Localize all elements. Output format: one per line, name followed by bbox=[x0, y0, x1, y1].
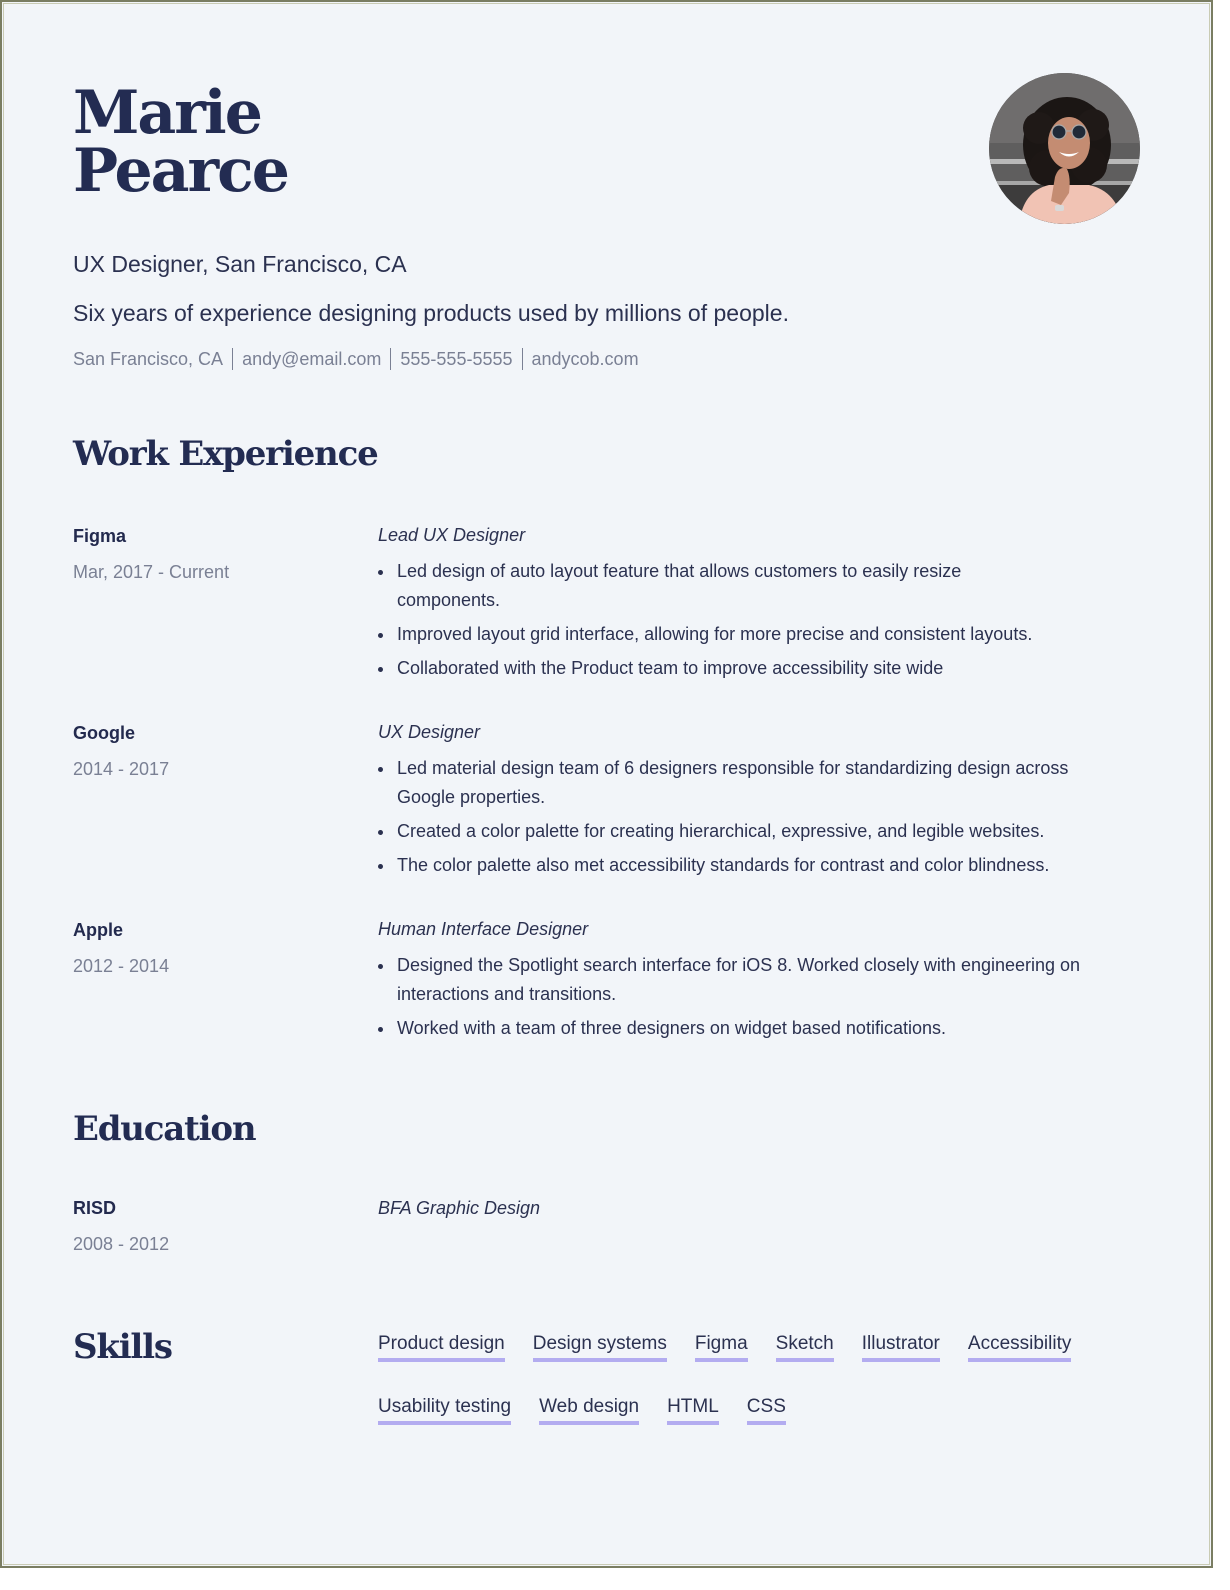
skill-tag: Accessibility bbox=[967, 1331, 1072, 1362]
list-item: Worked with a team of three designers on… bbox=[378, 1014, 1158, 1043]
company-name: Apple bbox=[73, 920, 124, 940]
list-item: Collaborated with the Product team to im… bbox=[378, 654, 1158, 683]
degree: BFA Graphic Design bbox=[378, 1198, 541, 1218]
bullet-icon bbox=[378, 633, 383, 638]
skill-tag: Usability testing bbox=[378, 1394, 512, 1425]
list-item: Led design of auto layout feature that a… bbox=[378, 557, 1067, 615]
list-item: The color palette also met accessibility… bbox=[378, 851, 1158, 880]
professional-summary: Six years of experience designing produc… bbox=[73, 300, 789, 326]
work-entry-details: Lead UX Designer Led design of auto layo… bbox=[378, 523, 1158, 688]
employment-dates: Mar, 2017 - Current bbox=[73, 562, 230, 582]
bullet-icon bbox=[378, 667, 383, 672]
employment-dates: 2014 - 2017 bbox=[73, 759, 170, 779]
list-item: Designed the Spotlight search interface … bbox=[378, 951, 1167, 1009]
company-name: Figma bbox=[73, 526, 127, 546]
avatar bbox=[989, 73, 1140, 224]
skill-tag: Design systems bbox=[532, 1331, 667, 1362]
skills-list: Product design Design systems Figma Sket… bbox=[378, 1331, 1158, 1425]
profile-photo-icon bbox=[989, 73, 1140, 224]
job-role: Human Interface Designer bbox=[378, 919, 589, 939]
candidate-name: Marie Pearce bbox=[73, 78, 290, 206]
bullet-icon bbox=[378, 570, 383, 575]
work-entry-meta: Google 2014 - 2017 bbox=[73, 721, 353, 781]
school-name: RISD bbox=[73, 1198, 117, 1218]
responsibilities-list: Led design of auto layout feature that a… bbox=[378, 557, 1158, 683]
contact-phone[interactable]: 555-555-5555 bbox=[400, 349, 512, 370]
skill-tag: CSS bbox=[746, 1394, 786, 1425]
divider bbox=[232, 348, 234, 370]
contact-website[interactable]: andycob.com bbox=[532, 349, 639, 370]
skills-heading: Skills bbox=[73, 1327, 173, 1367]
job-role: UX Designer bbox=[378, 722, 481, 742]
divider bbox=[390, 348, 392, 370]
job-title-location: UX Designer, San Francisco, CA bbox=[73, 251, 407, 277]
skill-tag: Illustrator bbox=[861, 1331, 940, 1362]
contact-line: San Francisco, CA andy@email.com 555-555… bbox=[73, 348, 639, 370]
last-name: Pearce bbox=[73, 136, 290, 206]
skill-tag: Figma bbox=[694, 1331, 748, 1362]
skill-tag: Sketch bbox=[775, 1331, 834, 1362]
list-item: Led material design team of 6 designers … bbox=[378, 754, 1117, 812]
work-entry-details: Human Interface Designer Designed the Sp… bbox=[378, 917, 1158, 1048]
responsibilities-list: Led material design team of 6 designers … bbox=[378, 754, 1158, 880]
education-dates: 2008 - 2012 bbox=[73, 1234, 170, 1254]
work-entry-meta: Figma Mar, 2017 - Current bbox=[73, 524, 353, 584]
list-item: Created a color palette for creating hie… bbox=[378, 817, 1158, 846]
bullet-icon bbox=[378, 964, 383, 969]
list-item: Improved layout grid interface, allowing… bbox=[378, 620, 1158, 649]
work-entry-meta: Apple 2012 - 2014 bbox=[73, 918, 353, 978]
contact-email[interactable]: andy@email.com bbox=[242, 349, 381, 370]
skill-tag: Product design bbox=[378, 1331, 505, 1362]
bullet-icon bbox=[378, 767, 383, 772]
company-name: Google bbox=[73, 723, 135, 743]
resume-page: Marie Pearce UX Designer, San Francisco,… bbox=[0, 0, 1213, 1568]
education-entry-details: BFA Graphic Design bbox=[378, 1196, 1158, 1220]
bullet-icon bbox=[378, 1027, 383, 1032]
work-experience-heading: Work Experience bbox=[73, 434, 379, 474]
employment-dates: 2012 - 2014 bbox=[73, 956, 170, 976]
divider bbox=[521, 348, 523, 370]
contact-location: San Francisco, CA bbox=[73, 348, 224, 369]
skill-tag: Web design bbox=[539, 1394, 640, 1425]
responsibilities-list: Designed the Spotlight search interface … bbox=[378, 951, 1158, 1043]
job-role: Lead UX Designer bbox=[378, 525, 526, 545]
bullet-icon bbox=[378, 864, 383, 869]
education-heading: Education bbox=[73, 1109, 257, 1149]
bullet-icon bbox=[378, 830, 383, 835]
work-entry-details: UX Designer Led material design team of … bbox=[378, 720, 1158, 885]
education-entry-meta: RISD 2008 - 2012 bbox=[73, 1196, 353, 1256]
first-name: Marie bbox=[73, 78, 263, 148]
skill-tag: HTML bbox=[667, 1394, 719, 1425]
